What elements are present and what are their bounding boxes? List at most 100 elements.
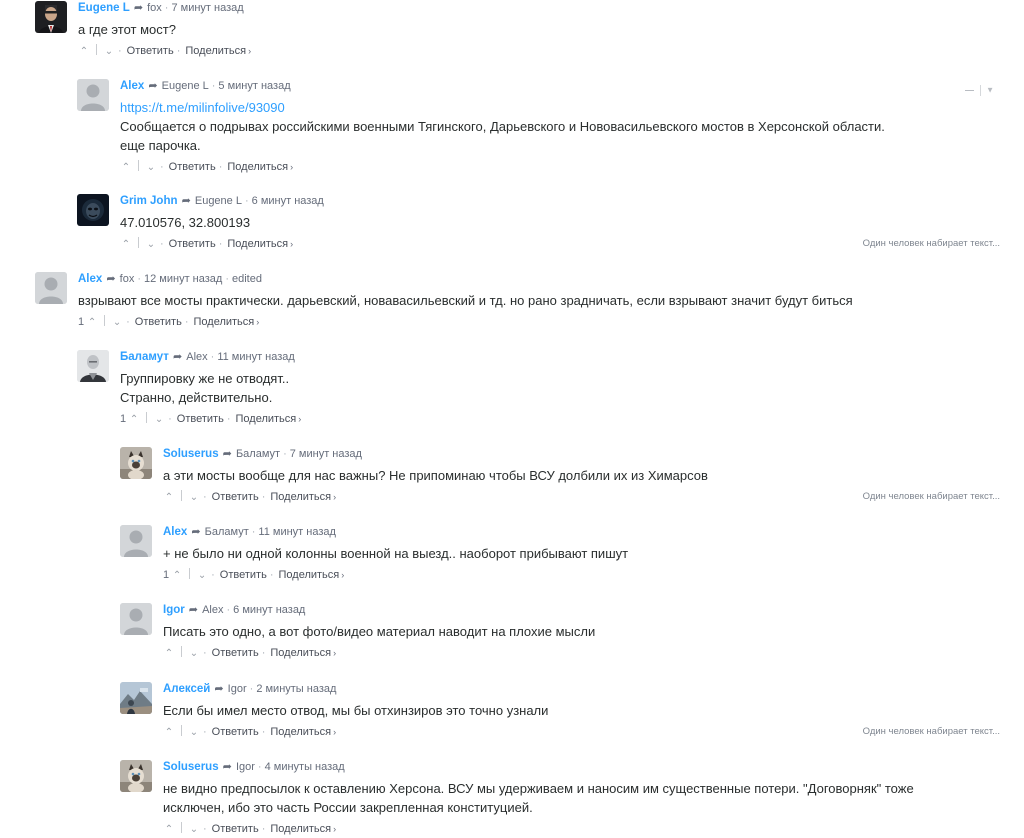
share-button[interactable]: Поделиться <box>236 413 297 425</box>
author-name[interactable]: Soluserus <box>163 448 219 460</box>
parent-author[interactable]: Alex <box>202 604 223 616</box>
share-button[interactable]: Поделиться <box>270 726 331 738</box>
author-name[interactable]: Баламут <box>120 351 169 363</box>
upvote-icon[interactable]: ⌃ <box>163 725 175 741</box>
parent-author[interactable]: Баламут <box>205 526 249 538</box>
downvote-icon[interactable]: ⌄ <box>196 568 208 584</box>
separator-dot: · <box>261 491 266 503</box>
share-button[interactable]: Поделиться <box>270 823 331 835</box>
upvote-icon[interactable]: ⌃ <box>78 44 90 60</box>
comment-link[interactable]: https://t.me/milinfolive/93090 <box>120 98 1000 117</box>
downvote-icon[interactable]: ⌄ <box>145 160 157 176</box>
reply-button[interactable]: Ответить <box>212 726 259 738</box>
timestamp[interactable]: 2 минуты назад <box>256 683 336 695</box>
separator-dot: · <box>168 413 172 425</box>
share-button[interactable]: Поделиться <box>227 161 288 173</box>
author-name[interactable]: Soluserus <box>163 761 219 773</box>
timestamp[interactable]: 7 минут назад <box>290 448 362 460</box>
upvote-icon[interactable]: ⌃ <box>163 490 175 506</box>
author-name[interactable]: Alex <box>78 273 102 285</box>
avatar[interactable] <box>77 350 109 382</box>
chevron-right-icon: › <box>298 414 302 424</box>
upvote-icon[interactable]: ⌃ <box>163 646 175 662</box>
parent-author[interactable]: Eugene L <box>195 195 242 207</box>
share-button[interactable]: Поделиться <box>185 45 246 57</box>
vote-controls: ⌃ ⌄ <box>120 159 157 176</box>
avatar[interactable] <box>35 1 67 33</box>
parent-author[interactable]: Eugene L <box>162 80 209 92</box>
downvote-icon[interactable]: ⌄ <box>188 490 200 506</box>
timestamp[interactable]: 11 минут назад <box>258 526 336 538</box>
reply-arrow-icon: ➦ <box>145 80 161 92</box>
downvote-icon[interactable]: ⌄ <box>188 822 200 838</box>
avatar[interactable] <box>120 760 152 792</box>
avatar[interactable] <box>77 79 109 111</box>
timestamp[interactable]: 6 минут назад <box>252 195 324 207</box>
parent-author[interactable]: Баламут <box>236 448 280 460</box>
avatar[interactable] <box>120 447 152 479</box>
timestamp[interactable]: 6 минут назад <box>233 604 305 616</box>
avatar[interactable] <box>77 194 109 226</box>
parent-author[interactable]: Igor <box>228 683 247 695</box>
parent-author[interactable]: Alex <box>186 351 207 363</box>
avatar[interactable] <box>35 272 67 304</box>
avatar[interactable] <box>120 525 152 557</box>
separator-dot: · <box>203 823 207 835</box>
downvote-icon[interactable]: ⌄ <box>145 237 157 253</box>
share-button[interactable]: Поделиться <box>279 569 340 581</box>
share-button[interactable]: Поделиться <box>227 238 288 250</box>
vote-divider <box>138 160 139 171</box>
upvote-icon[interactable]: ⌃ <box>120 160 132 176</box>
comment-text: + не было ни одной колонны военной на вы… <box>163 546 629 561</box>
share-button[interactable]: Поделиться <box>270 491 331 503</box>
author-name[interactable]: Grim John <box>120 195 178 207</box>
reply-button[interactable]: Ответить <box>212 491 259 503</box>
reply-button[interactable]: Ответить <box>169 161 216 173</box>
upvote-icon[interactable]: ⌃ <box>171 568 183 584</box>
reply-button[interactable]: Ответить <box>220 569 267 581</box>
reply-button[interactable]: Ответить <box>177 413 224 425</box>
typing-indicator: Один человек набирает текст... <box>862 238 1000 249</box>
comment-text: не видно предпосылок к оставлению Херсон… <box>163 781 914 815</box>
author-name[interactable]: Eugene L <box>78 2 130 14</box>
share-button[interactable]: Поделиться <box>270 647 331 659</box>
reply-button[interactable]: Ответить <box>169 238 216 250</box>
timestamp[interactable]: 4 минуты назад <box>265 761 345 773</box>
avatar[interactable] <box>120 682 152 714</box>
timestamp[interactable]: 7 минут назад <box>171 2 243 14</box>
reply-button[interactable]: Ответить <box>135 316 182 328</box>
parent-author[interactable]: Igor <box>236 761 255 773</box>
comment: Alex ➦ Eugene L · 5 минут назад https://t.… <box>77 79 1000 175</box>
downvote-icon[interactable]: ⌄ <box>188 725 200 741</box>
parent-author[interactable]: fox <box>147 2 162 14</box>
downvote-icon[interactable]: ⌄ <box>111 315 123 331</box>
share-button[interactable]: Поделиться <box>194 316 255 328</box>
vote-count: 1 <box>78 316 85 328</box>
upvote-icon[interactable]: ⌃ <box>86 315 98 331</box>
author-name[interactable]: Igor <box>163 604 185 616</box>
parent-author[interactable]: fox <box>120 273 135 285</box>
comment-text: Если бы имел место отвод, мы бы отхинзир… <box>163 703 549 718</box>
reply-button[interactable]: Ответить <box>212 823 259 835</box>
author-name[interactable]: Alex <box>163 526 187 538</box>
downvote-icon[interactable]: ⌄ <box>188 646 200 662</box>
downvote-icon[interactable]: ⌄ <box>103 44 115 60</box>
avatar[interactable] <box>120 603 152 635</box>
comment: Soluserus ➦ Igor · 4 минуты назад не видно… <box>120 760 1000 837</box>
downvote-icon[interactable]: ⌄ <box>153 412 165 428</box>
chevron-right-icon: › <box>333 824 337 834</box>
separator-dot: · <box>218 238 223 250</box>
author-name[interactable]: Alex <box>120 80 144 92</box>
reply-button[interactable]: Ответить <box>212 647 259 659</box>
upvote-icon[interactable]: ⌃ <box>163 822 175 838</box>
timestamp[interactable]: 5 минут назад <box>218 80 290 92</box>
upvote-icon[interactable]: ⌃ <box>120 237 132 253</box>
reply-button[interactable]: Ответить <box>127 45 174 57</box>
vote-controls: ⌃ ⌄ <box>163 489 200 506</box>
comment-text: а где этот мост? <box>78 22 176 37</box>
separator-dot: · <box>211 569 215 581</box>
author-name[interactable]: Алексей <box>163 683 210 695</box>
upvote-icon[interactable]: ⌃ <box>128 412 140 428</box>
timestamp[interactable]: 12 минут назад <box>144 273 222 285</box>
timestamp[interactable]: 11 минут назад <box>217 351 295 363</box>
